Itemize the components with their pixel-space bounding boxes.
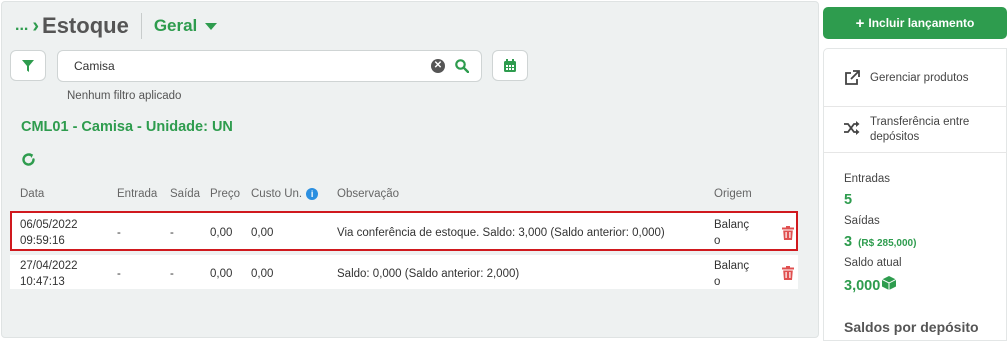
row-custo: 0,00 [251, 268, 274, 280]
column-header-data: Data [20, 188, 45, 200]
external-link-icon [845, 70, 860, 85]
saidas-amount: (R$ 285,000) [858, 238, 917, 249]
view-dropdown-label: Geral [153, 16, 198, 35]
saidas-value-group: 3 (R$ 285,000) [844, 234, 916, 250]
main-panel: ... › Estoque Geral ✕ Nenhum filtro apli… [1, 1, 819, 338]
breadcrumb-ellipsis[interactable]: ... [15, 17, 28, 35]
column-header-observacao: Observação [337, 188, 400, 200]
column-header-origem: Origem [714, 188, 752, 200]
box-icon [882, 276, 897, 290]
view-dropdown[interactable]: Geral [153, 16, 218, 36]
row-date: 06/05/2022 [20, 219, 78, 231]
saldo-label: Saldo atual [844, 257, 902, 269]
transfer-deposits-line2: depósitos [870, 131, 920, 143]
entradas-label: Entradas [844, 173, 891, 185]
entradas-value: 5 [844, 192, 853, 208]
row-custo: 0,00 [251, 227, 274, 239]
transfer-deposits-label: Transferência entre depósitos [870, 115, 969, 145]
saldo-value-group: 3,000 [844, 276, 897, 294]
saidas-value: 3 [844, 234, 853, 250]
filter-status-text: Nenhum filtro aplicado [67, 90, 182, 102]
column-header-saida: Saída [170, 188, 201, 200]
column-header-custo-label: Custo Un. [251, 188, 303, 200]
row-time: 09:59:16 [20, 235, 65, 247]
row-origem-line2: o [714, 276, 721, 288]
row-observacao: Saldo: 0,000 (Saldo anterior: 2,000) [337, 268, 520, 280]
row-observacao: Via conferência de estoque. Saldo: 3,000… [337, 227, 665, 239]
row-entrada: - [117, 268, 121, 280]
add-entry-button[interactable]: + Incluir lançamento [823, 7, 1007, 39]
page-title: Estoque [42, 13, 129, 38]
row-preco: 0,00 [210, 227, 233, 239]
saldos-deposito-title: Saldos por depósito [844, 319, 979, 335]
date-filter-button[interactable] [492, 50, 528, 81]
caret-down-icon [205, 22, 218, 30]
row-origem-line1: Balanç [714, 260, 750, 272]
add-entry-label: Incluir lançamento [868, 16, 975, 30]
filter-button[interactable] [10, 50, 46, 81]
clear-search-icon[interactable]: ✕ [431, 59, 445, 73]
row-date: 27/04/2022 [20, 260, 78, 272]
trash-icon[interactable] [782, 266, 794, 280]
row-preco: 0,00 [210, 268, 233, 280]
page-header: ... › Estoque Geral [15, 10, 218, 42]
table-row[interactable]: 27/04/2022 10:47:13 - - 0,00 0,00 Saldo:… [10, 255, 798, 289]
row-saida: - [170, 227, 174, 239]
row-origem-line2: o [714, 235, 721, 247]
search-icon[interactable] [455, 59, 469, 73]
sidebar-panel: Gerenciar produtos Transferência entre d… [823, 48, 1007, 341]
saidas-label: Saídas [844, 215, 880, 227]
row-entrada: - [117, 227, 121, 239]
trash-icon[interactable] [782, 226, 794, 240]
table-row[interactable]: 06/05/2022 09:59:16 - - 0,00 0,00 Via co… [10, 211, 798, 251]
search-box: ✕ [57, 50, 482, 82]
row-time: 10:47:13 [20, 276, 65, 288]
calendar-icon [504, 58, 516, 72]
column-header-preco: Preço [210, 188, 241, 200]
header-divider [140, 13, 142, 39]
row-saida: - [170, 268, 174, 280]
row-origem-line1: Balanç [714, 219, 750, 231]
column-header-custo: Custo Un. i [251, 188, 319, 200]
filter-icon [22, 59, 34, 72]
transfer-deposits-link[interactable]: Transferência entre depósitos [824, 107, 1007, 153]
product-title: CML01 - Camisa - Unidade: UN [21, 119, 233, 135]
column-header-entrada: Entrada [117, 188, 158, 200]
saldo-value: 3,000 [844, 278, 881, 294]
transfer-deposits-line1: Transferência entre [870, 116, 970, 128]
refresh-icon[interactable] [21, 152, 36, 172]
shuffle-icon [844, 121, 860, 135]
manage-products-label: Gerenciar produtos [870, 72, 969, 84]
manage-products-link[interactable]: Gerenciar produtos [824, 69, 1007, 107]
info-icon[interactable]: i [306, 188, 319, 200]
breadcrumb-chevron-icon: › [32, 14, 40, 37]
search-input[interactable] [74, 59, 431, 73]
plus-icon: + [855, 14, 865, 32]
